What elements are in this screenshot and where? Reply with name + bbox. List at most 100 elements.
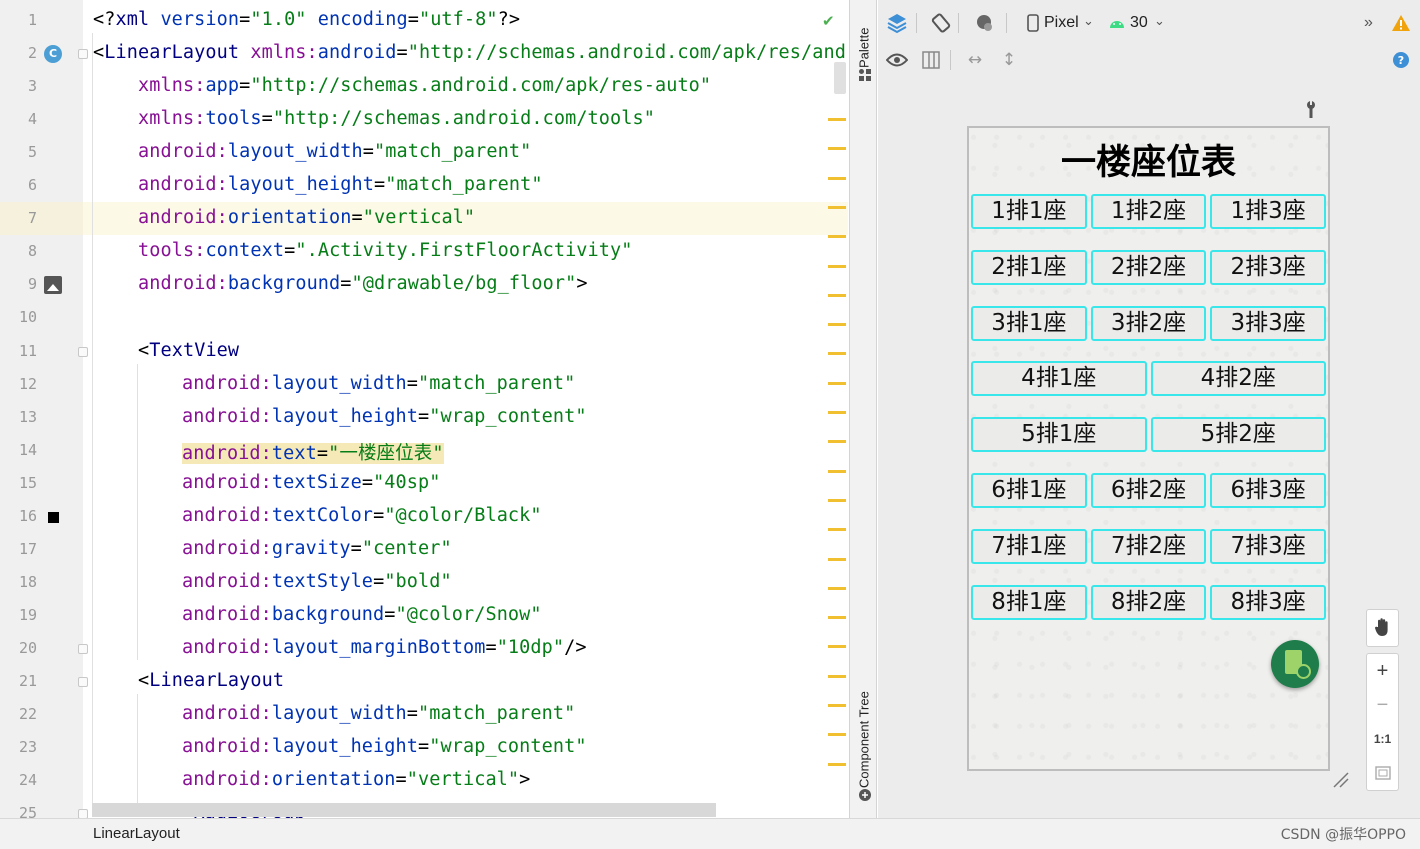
seat-button[interactable]: 6排2座 [1090, 473, 1207, 508]
orientation-icon[interactable] [928, 10, 954, 36]
help-icon[interactable]: ? [1388, 47, 1414, 73]
device-selector-label[interactable]: Pixel [1044, 14, 1079, 32]
code-line[interactable]: 15 android:textSize="40sp" [0, 467, 848, 500]
warning-icon[interactable] [1388, 10, 1414, 36]
seat-button[interactable]: 4排1座 [971, 361, 1147, 397]
blueprint-toggle-icon[interactable] [918, 47, 944, 73]
horizontal-scrollbar[interactable] [92, 803, 716, 817]
seat-button[interactable]: 6排1座 [971, 473, 1087, 508]
warning-marker[interactable] [828, 411, 846, 414]
pan-hand-icon[interactable] [1367, 610, 1398, 644]
code-line[interactable]: 8 tools:context=".Activity.FirstFloorActi… [0, 235, 848, 268]
warning-marker[interactable] [828, 557, 846, 561]
code-text[interactable]: tools:context=".Activity.FirstFloorActiv… [138, 240, 633, 261]
seat-button[interactable]: 8排2座 [1090, 584, 1207, 620]
floating-action-button[interactable] [1271, 640, 1319, 688]
code-text[interactable]: android:layout_width="match_parent" [138, 141, 531, 162]
inspection-ok-icon[interactable]: ✔ [822, 12, 838, 30]
code-line[interactable]: 10 [0, 301, 848, 334]
warning-marker[interactable] [828, 235, 846, 239]
warning-marker[interactable] [828, 381, 846, 385]
night-mode-icon[interactable] [972, 10, 998, 36]
code-line[interactable]: 12 android:layout_width="match_parent" [0, 368, 848, 401]
color-swatch-icon[interactable] [48, 511, 59, 523]
code-text[interactable]: android:textStyle="bold" [182, 571, 452, 592]
error-stripe[interactable] [826, 0, 848, 818]
warning-marker[interactable] [828, 205, 846, 209]
seat-button[interactable]: 5排1座 [971, 417, 1147, 453]
fold-marker-icon[interactable] [78, 346, 88, 357]
code-line[interactable]: 9 android:background="@drawable/bg_floor"… [0, 268, 848, 301]
warning-marker[interactable] [828, 176, 846, 180]
horizontal-resize-icon[interactable]: ↔ [962, 47, 988, 73]
seat-button[interactable]: 4排2座 [1150, 361, 1326, 397]
code-line[interactable]: 23 android:layout_height="wrap_content" [0, 731, 848, 764]
zoom-out-button[interactable]: − [1367, 688, 1398, 722]
fold-marker-icon[interactable] [78, 809, 88, 818]
warning-marker[interactable] [828, 293, 846, 297]
warning-marker[interactable] [828, 528, 846, 532]
code-line[interactable]: 20 android:layout_marginBottom="10dp"/> [0, 632, 848, 665]
image-gutter-icon[interactable] [44, 276, 62, 295]
seat-button[interactable]: 3排3座 [1210, 305, 1326, 341]
code-text[interactable]: <?xml version="1.0" encoding="utf-8"?> [93, 9, 520, 30]
code-line[interactable]: 13 android:layout_height="wrap_content" [0, 401, 848, 434]
warning-marker[interactable] [828, 616, 846, 620]
actual-size-button[interactable]: 1:1 [1367, 722, 1398, 756]
device-preview[interactable]: 一楼座位表 1排1座 1排2座 1排3座 2排1座 2排2座 2排3座 3排1座 3排2座 3排… [967, 126, 1330, 771]
warning-marker[interactable] [828, 762, 846, 766]
code-line[interactable]: 6 android:layout_height="match_parent" [0, 169, 848, 202]
code-line[interactable]: 4 xmlns:tools="http://schemas.android.com… [0, 103, 848, 136]
seat-button[interactable]: 8排3座 [1210, 584, 1326, 620]
component-tree-tab[interactable]: Component Tree [852, 670, 876, 806]
code-text[interactable]: android:orientation="vertical" [138, 207, 475, 228]
warning-marker[interactable] [828, 586, 846, 590]
warning-marker[interactable] [828, 352, 846, 356]
code-line[interactable]: 16 android:textColor="@color/Black" [0, 500, 848, 533]
fold-marker-icon[interactable] [78, 49, 88, 60]
code-editor[interactable]: 1 <?xml version="1.0" encoding="utf-8"?> 2… [0, 0, 848, 818]
seat-button[interactable]: 2排3座 [1210, 249, 1326, 285]
warning-marker[interactable] [828, 704, 846, 707]
code-line[interactable]: 24 android:orientation="vertical"> [0, 764, 848, 797]
breadcrumb[interactable]: LinearLayout [93, 825, 180, 842]
code-line[interactable]: 17 android:gravity="center" [0, 533, 848, 566]
code-text[interactable]: android:textSize="40sp" [182, 472, 441, 493]
code-line[interactable]: 18 android:textStyle="bold" [0, 566, 848, 599]
seat-button[interactable]: 8排1座 [971, 584, 1087, 620]
code-text[interactable]: android:textColor="@color/Black" [182, 505, 542, 526]
code-line[interactable]: 5 android:layout_width="match_parent" [0, 136, 848, 169]
api-level-label[interactable]: 30 [1130, 14, 1148, 32]
vertical-resize-icon[interactable]: ↕ [996, 47, 1022, 73]
seat-button[interactable]: 6排3座 [1210, 473, 1326, 508]
code-line[interactable]: 1 <?xml version="1.0" encoding="utf-8"?> [0, 4, 848, 37]
seat-button[interactable]: 3排1座 [971, 305, 1087, 341]
seat-button[interactable]: 7排1座 [971, 528, 1087, 564]
code-text[interactable]: xmlns:app="http://schemas.android.com/ap… [138, 75, 711, 96]
warning-marker[interactable] [828, 323, 846, 327]
fold-marker-icon[interactable] [78, 677, 88, 687]
android-api-icon[interactable] [1104, 10, 1130, 36]
warning-marker[interactable] [828, 469, 846, 473]
seat-button[interactable]: 7排2座 [1090, 528, 1207, 564]
toolbar-overflow-button[interactable]: » [1364, 14, 1373, 32]
vertical-scrollbar-thumb[interactable] [834, 62, 846, 94]
code-line[interactable]: 11 <TextView [0, 335, 848, 368]
code-line[interactable]: 14 android:text="一楼座位表" [0, 434, 848, 467]
code-text[interactable]: android:background="@drawable/bg_floor"> [138, 273, 588, 294]
seat-button[interactable]: 5排2座 [1150, 417, 1326, 453]
code-text[interactable]: <TextView [138, 340, 239, 361]
code-line[interactable]: 19 android:background="@color/Snow" [0, 599, 848, 632]
seat-button[interactable]: 7排3座 [1210, 528, 1326, 564]
code-text[interactable]: android:layout_marginBottom="10dp"/> [182, 637, 587, 658]
code-text[interactable]: android:background="@color/Snow" [182, 604, 542, 625]
chevron-down-icon[interactable]: ⌄ [1083, 13, 1094, 29]
code-text[interactable]: android:text="一楼座位表" [182, 439, 444, 465]
warning-marker[interactable] [828, 674, 846, 678]
seat-button[interactable]: 1排2座 [1090, 194, 1207, 229]
palette-tab[interactable]: Palette [852, 14, 876, 86]
code-text[interactable]: android:orientation="vertical"> [182, 769, 530, 790]
code-line[interactable]: 21 <LinearLayout [0, 665, 848, 698]
code-line[interactable]: 2 C <LinearLayout xmlns:android="http://sc… [0, 37, 848, 70]
chevron-down-icon[interactable]: ⌄ [1154, 13, 1165, 29]
